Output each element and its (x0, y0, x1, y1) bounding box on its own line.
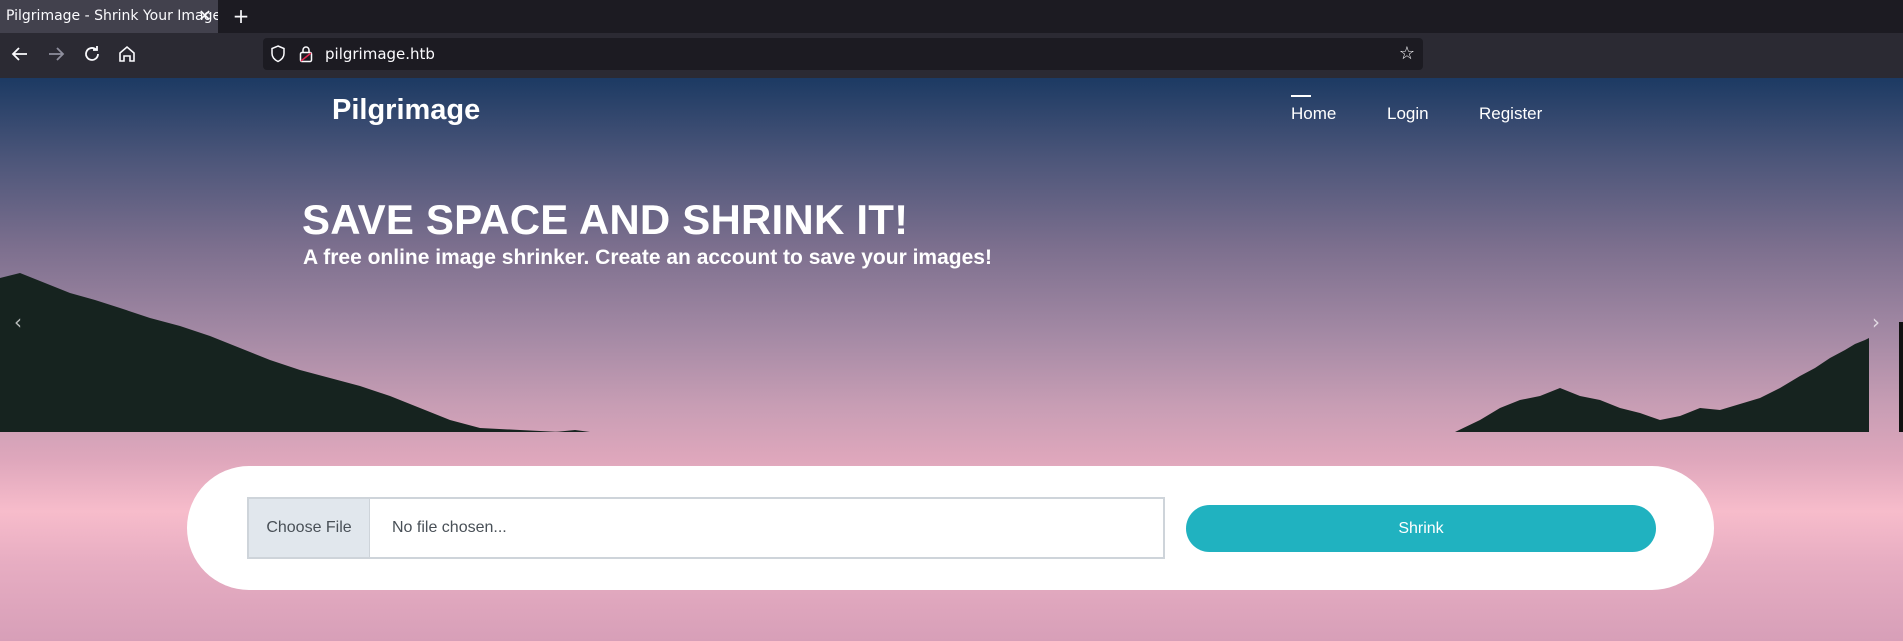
chevron-left-icon[interactable]: ‹ (14, 310, 22, 334)
shield-icon[interactable] (270, 45, 286, 67)
hero-title: SAVE SPACE AND SHRINK IT! (302, 196, 909, 243)
url-text[interactable]: pilgrimage.htb (325, 38, 435, 70)
chevron-right-icon[interactable]: › (1872, 310, 1880, 334)
browser-toolbar: pilgrimage.htb ☆ (0, 33, 1903, 78)
back-icon[interactable] (7, 41, 33, 67)
lock-icon[interactable] (299, 45, 313, 67)
close-icon[interactable]: ✕ (197, 0, 213, 33)
home-icon[interactable] (114, 41, 140, 67)
star-icon[interactable]: ☆ (1399, 43, 1415, 64)
plus-icon[interactable]: + (231, 0, 251, 33)
browser-tab[interactable]: Pilgrimage - Shrink Your Images (0, 0, 218, 33)
scrollbar-edge[interactable] (1899, 322, 1903, 432)
reload-icon[interactable] (79, 41, 105, 67)
nav-register[interactable]: Register (1479, 104, 1542, 124)
tab-bar: Pilgrimage - Shrink Your Images ✕ + (0, 0, 1903, 33)
file-status-text: No file chosen... (392, 519, 507, 536)
nav-home[interactable]: Home (1291, 104, 1336, 124)
choose-file-button[interactable]: Choose File (249, 499, 370, 557)
shrink-button[interactable]: Shrink (1186, 505, 1656, 552)
forward-icon[interactable] (43, 41, 69, 67)
nav-login[interactable]: Login (1387, 104, 1429, 124)
hero-subtitle: A free online image shrinker. Create an … (303, 246, 992, 269)
active-menu-indicator (1291, 95, 1311, 97)
tab-title: Pilgrimage - Shrink Your Images (6, 8, 218, 24)
site-logo[interactable]: Pilgrimage (332, 94, 480, 127)
url-bar[interactable]: pilgrimage.htb ☆ (263, 38, 1423, 70)
file-input[interactable]: Choose File No file chosen... (247, 497, 1165, 559)
